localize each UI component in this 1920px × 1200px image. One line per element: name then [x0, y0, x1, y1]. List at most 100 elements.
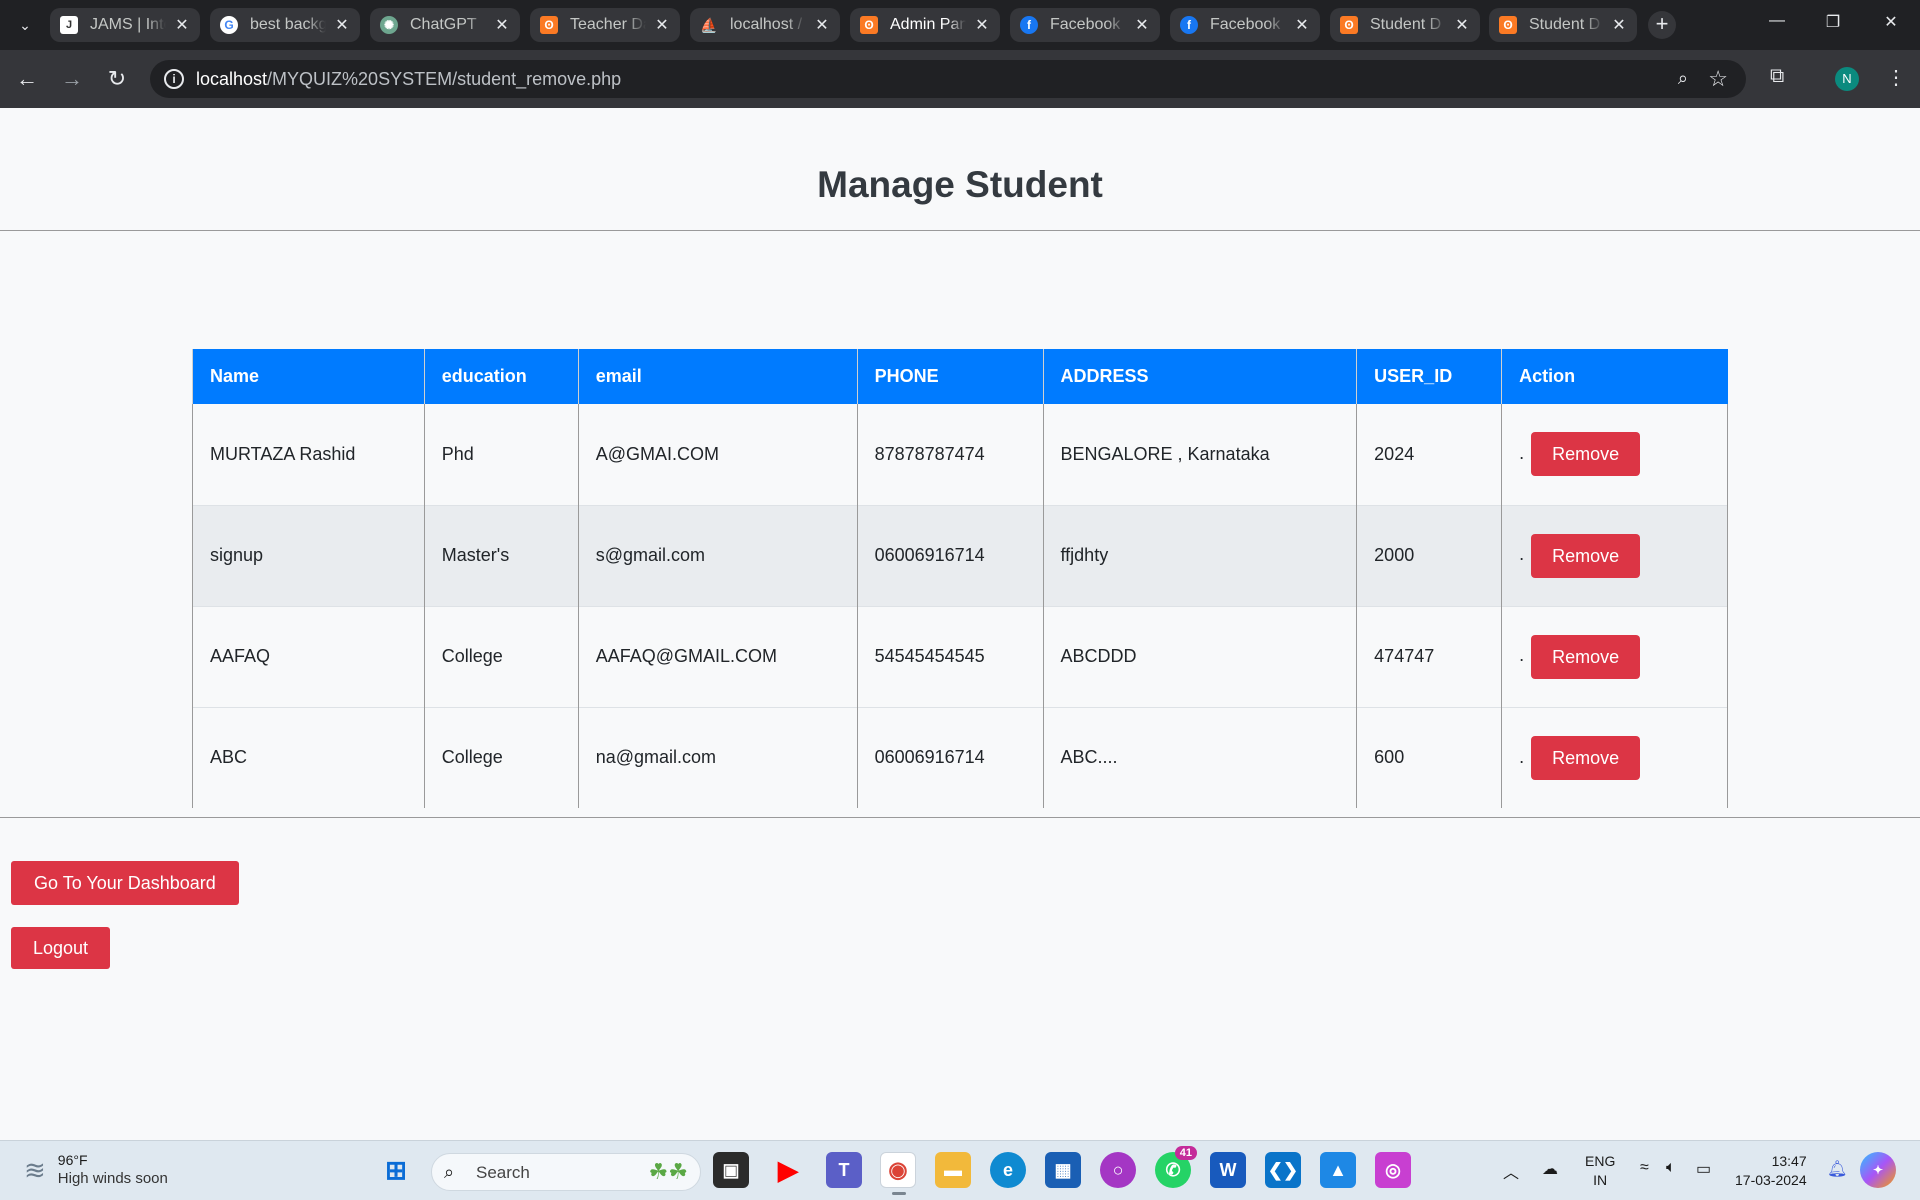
- cortana-icon[interactable]: ○: [1100, 1152, 1136, 1188]
- task-view-icon[interactable]: ▣: [713, 1152, 749, 1188]
- tab-title: Facebook: [1210, 16, 1281, 33]
- back-arrow-icon[interactable]: ←: [13, 65, 41, 93]
- bookmark-star-icon[interactable]: ☆: [1708, 66, 1728, 92]
- xampp-icon: ʘ: [1340, 16, 1358, 34]
- close-icon[interactable]: ✕: [1611, 15, 1627, 35]
- zoom-magnifier-icon[interactable]: ⌕: [1678, 68, 1688, 89]
- youtube-icon[interactable]: ▶: [770, 1152, 806, 1188]
- photos-icon[interactable]: ▲: [1320, 1152, 1356, 1188]
- url-path: /MYQUIZ%20SYSTEM/student_remove.php: [267, 69, 622, 89]
- new-tab-plus-icon[interactable]: +: [1648, 11, 1676, 39]
- cell-address: ABC....: [1042, 706, 1358, 808]
- logout-button[interactable]: Logout: [11, 927, 111, 969]
- site-info-icon[interactable]: i: [164, 69, 184, 89]
- restore-icon[interactable]: ❐: [1821, 12, 1845, 32]
- reload-icon[interactable]: ↻: [103, 65, 131, 93]
- store-icon[interactable]: ▦: [1045, 1152, 1081, 1188]
- chevron-up-icon[interactable]: ︿: [1503, 1159, 1519, 1183]
- close-icon[interactable]: ✕: [1294, 15, 1310, 35]
- cell-education: Master's: [423, 504, 579, 606]
- weather-temp: 96°F: [57, 1152, 88, 1168]
- close-icon[interactable]: ✕: [814, 15, 830, 35]
- close-icon[interactable]: ✕: [334, 15, 350, 35]
- profile-avatar[interactable]: N: [1835, 67, 1859, 91]
- tab-search-chevron-icon[interactable]: ⌄: [10, 10, 40, 40]
- kebab-menu-icon[interactable]: ⋮: [1886, 65, 1906, 90]
- remove-button[interactable]: Remove: [1531, 432, 1641, 477]
- cell-phone: 06006916714: [856, 706, 1044, 808]
- chatgpt-icon: ✺: [380, 16, 398, 34]
- weather-condition: High winds soon: [57, 1170, 168, 1187]
- browser-tab[interactable]: ✺ ChatGPT ✕: [370, 8, 520, 42]
- cell-phone: 87878787474: [856, 404, 1044, 505]
- wifi-icon[interactable]: ≈: [1640, 1159, 1649, 1177]
- extensions-puzzle-icon[interactable]: ⧉: [1770, 65, 1784, 88]
- cell-user-id: 474747: [1356, 605, 1503, 707]
- wind-icon: ≋: [24, 1154, 46, 1185]
- system-clock[interactable]: 13:47 17-03-2024: [1735, 1152, 1807, 1190]
- word-icon[interactable]: W: [1210, 1152, 1246, 1188]
- close-icon[interactable]: ✕: [1454, 15, 1470, 35]
- browser-tab-strip: ⌄ J JAMS | Inte ✕ G best backg ✕ ✺ ChatG…: [0, 0, 1920, 50]
- lang-code: ENG: [1585, 1153, 1616, 1169]
- close-window-icon[interactable]: ✕: [1879, 12, 1903, 32]
- browser-tab[interactable]: J JAMS | Inte ✕: [50, 8, 200, 42]
- remove-button[interactable]: Remove: [1531, 735, 1641, 780]
- browser-tab[interactable]: f Facebook ✕: [1170, 8, 1320, 42]
- cell-user-id: 600: [1356, 706, 1503, 808]
- lang-region: IN: [1593, 1172, 1608, 1188]
- browser-tab[interactable]: G best backg ✕: [210, 8, 360, 42]
- browser-tab[interactable]: ⛵ localhost / ✕: [690, 8, 840, 42]
- header-name: Name: [192, 349, 425, 404]
- forward-arrow-icon[interactable]: →: [58, 65, 86, 93]
- cell-action: . Remove: [1501, 706, 1728, 808]
- go-to-dashboard-button[interactable]: Go To Your Dashboard: [11, 861, 239, 905]
- facebook-icon: f: [1020, 16, 1038, 34]
- weather-widget[interactable]: ≋ 96°F High winds soon: [24, 1151, 168, 1189]
- close-icon[interactable]: ✕: [1134, 15, 1150, 35]
- table-row: ABC College na@gmail.com 06006916714 ABC…: [192, 706, 1728, 808]
- browser-tab[interactable]: ʘ Student D ✕: [1489, 8, 1637, 42]
- language-indicator[interactable]: ENG IN: [1585, 1152, 1615, 1190]
- cell-address: ffjdhty: [1042, 504, 1358, 606]
- windows-start-icon[interactable]: ⊞: [378, 1152, 414, 1188]
- taskbar-search-box[interactable]: ⌕ Search ☘☘: [431, 1153, 701, 1191]
- edge-icon[interactable]: e: [990, 1152, 1026, 1188]
- remove-button[interactable]: Remove: [1531, 533, 1641, 578]
- browser-tab[interactable]: ʘ Teacher Da ✕: [530, 8, 680, 42]
- file-explorer-icon[interactable]: ▬: [935, 1152, 971, 1188]
- browser-tab[interactable]: f Facebook ✕: [1010, 8, 1160, 42]
- tab-title: Facebook: [1050, 16, 1121, 33]
- copilot-icon[interactable]: ✦: [1860, 1152, 1896, 1188]
- cell-action: . Remove: [1501, 404, 1728, 505]
- cell-education: Phd: [423, 404, 579, 505]
- whatsapp-icon[interactable]: ✆ 41: [1155, 1146, 1197, 1188]
- address-bar[interactable]: i localhost/MYQUIZ%20SYSTEM/student_remo…: [150, 60, 1746, 98]
- remove-button[interactable]: Remove: [1531, 634, 1641, 679]
- search-icon: ⌕: [444, 1162, 455, 1182]
- minimize-icon[interactable]: —: [1765, 12, 1789, 30]
- cell-education: College: [423, 706, 579, 808]
- header-phone: PHONE: [856, 349, 1043, 404]
- browser-tab[interactable]: ʘ Student D ✕: [1330, 8, 1480, 42]
- url-text[interactable]: localhost/MYQUIZ%20SYSTEM/student_remove…: [196, 69, 621, 90]
- close-icon[interactable]: ✕: [174, 15, 190, 35]
- cell-email: na@gmail.com: [577, 706, 858, 808]
- table-row: MURTAZA Rashid Phd A@GMAI.COM 8787878747…: [192, 404, 1728, 505]
- table-row: signup Master's s@gmail.com 06006916714 …: [192, 504, 1728, 606]
- close-icon[interactable]: ✕: [494, 15, 510, 35]
- chrome-icon[interactable]: ◉: [880, 1152, 916, 1195]
- onedrive-cloud-icon[interactable]: ☁: [1542, 1159, 1558, 1179]
- vscode-icon[interactable]: ❮❯: [1265, 1152, 1301, 1188]
- teams-icon[interactable]: T: [826, 1152, 862, 1188]
- facebook-icon: f: [1180, 16, 1198, 34]
- close-icon[interactable]: ✕: [974, 15, 990, 35]
- notification-bell-icon[interactable]: 🔔︎: [1827, 1159, 1847, 1179]
- browser-tab-active[interactable]: ʘ Admin Pan ✕: [850, 8, 1000, 42]
- tab-title: localhost /: [730, 16, 803, 33]
- volume-icon[interactable]: 🔈︎: [1666, 1159, 1676, 1177]
- media-player-icon[interactable]: ◎: [1375, 1152, 1411, 1188]
- close-icon[interactable]: ✕: [654, 15, 670, 35]
- cell-name: MURTAZA Rashid: [192, 404, 425, 505]
- battery-icon[interactable]: ▭: [1696, 1159, 1711, 1179]
